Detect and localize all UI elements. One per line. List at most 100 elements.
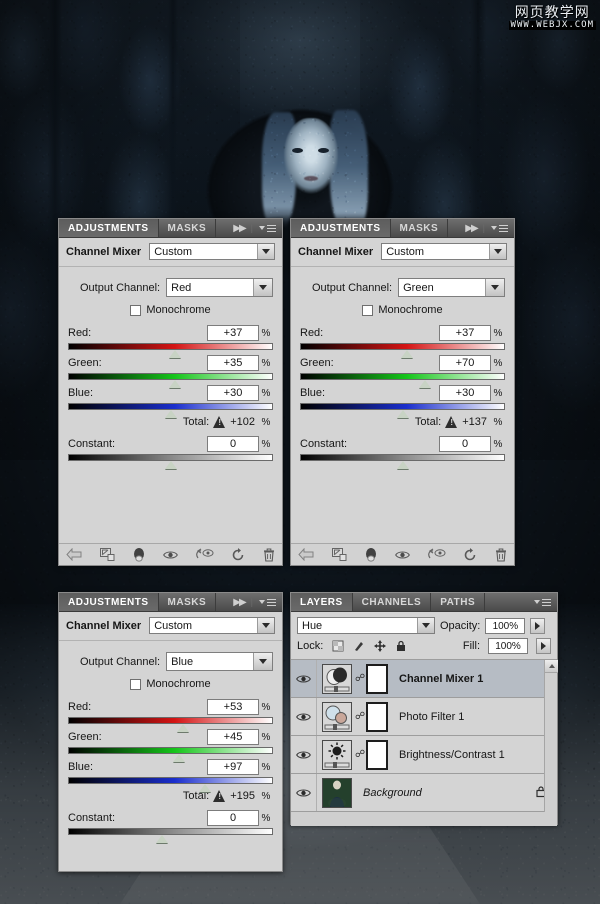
layer-thumbnail[interactable] — [322, 777, 352, 808]
preview-toggle-icon[interactable] — [427, 548, 446, 561]
preset-select[interactable]: Custom — [149, 243, 275, 260]
red-slider-thumb[interactable] — [168, 350, 181, 358]
red-slider-track[interactable] — [68, 343, 273, 358]
blue-slider-thumb[interactable] — [164, 410, 177, 418]
opacity-value[interactable]: 100% — [485, 617, 526, 634]
constant-value-input[interactable]: 0 — [439, 436, 491, 452]
layer-visibility-eye-icon[interactable] — [291, 774, 317, 811]
tab-masks[interactable]: MASKS — [391, 219, 449, 237]
eye-icon[interactable] — [395, 550, 410, 560]
layer-row[interactable]: ☍ Photo Filter 1 — [291, 698, 557, 736]
layer-visibility-eye-icon[interactable] — [291, 736, 317, 773]
constant-slider-track[interactable] — [300, 454, 505, 469]
chevron-down-icon[interactable] — [485, 279, 504, 296]
blend-mode-select[interactable]: Hue — [297, 617, 435, 634]
layer-mask-thumbnail[interactable] — [366, 739, 388, 770]
black-white-icon[interactable] — [365, 547, 377, 562]
chevron-down-icon[interactable] — [417, 618, 434, 633]
tab-layers[interactable]: LAYERS — [291, 593, 353, 611]
constant-value-input[interactable]: 0 — [207, 810, 259, 826]
layer-name[interactable]: Background — [357, 787, 422, 799]
layer-mask-thumbnail[interactable] — [366, 663, 388, 694]
mask-link-icon[interactable]: ☍ — [355, 711, 365, 722]
constant-value-input[interactable]: 0 — [207, 436, 259, 452]
lock-all-icon[interactable] — [394, 640, 407, 653]
reset-icon[interactable] — [231, 547, 245, 562]
chevron-down-icon[interactable] — [253, 279, 272, 296]
tab-adjustments[interactable]: ADJUSTMENTS — [291, 219, 391, 237]
blue-value-input[interactable]: +30 — [439, 385, 491, 401]
double-chevron-icon[interactable]: ▶▶ — [233, 223, 246, 234]
monochrome-checkbox[interactable] — [362, 304, 374, 316]
blue-slider-track[interactable] — [68, 777, 273, 792]
monochrome-row[interactable]: Monochrome — [68, 678, 273, 690]
monochrome-checkbox[interactable] — [130, 678, 142, 690]
double-chevron-icon[interactable]: ▶▶ — [465, 223, 478, 234]
green-value-input[interactable]: +70 — [439, 355, 491, 371]
tab-adjustments[interactable]: ADJUSTMENTS — [59, 593, 159, 611]
monochrome-checkbox[interactable] — [130, 304, 142, 316]
constant-slider-thumb[interactable] — [396, 461, 409, 469]
blue-value-input[interactable]: +30 — [207, 385, 259, 401]
trash-icon[interactable] — [495, 547, 507, 562]
constant-slider-track[interactable] — [68, 828, 273, 843]
tab-masks[interactable]: MASKS — [159, 219, 217, 237]
layer-row[interactable]: ☍ Brightness/Contrast 1 — [291, 736, 557, 774]
output-channel-select[interactable]: Blue — [166, 652, 273, 671]
blue-slider-thumb[interactable] — [199, 784, 211, 792]
layer-thumbnail[interactable] — [322, 701, 352, 732]
green-slider-thumb[interactable] — [418, 380, 431, 388]
layer-name[interactable]: Brightness/Contrast 1 — [393, 749, 505, 761]
chevron-down-icon[interactable] — [253, 653, 272, 670]
lock-position-icon[interactable] — [373, 640, 386, 653]
constant-slider-track[interactable] — [68, 454, 273, 469]
layer-row[interactable]: Background — [291, 774, 557, 812]
preset-select[interactable]: Custom — [381, 243, 507, 260]
constant-slider-thumb[interactable] — [156, 835, 169, 843]
mask-link-icon[interactable]: ☍ — [355, 749, 365, 760]
red-value-input[interactable]: +37 — [207, 325, 259, 341]
tab-paths[interactable]: PATHS — [431, 593, 486, 611]
opacity-stepper-icon[interactable] — [530, 617, 546, 634]
layer-row[interactable]: ☍ Channel Mixer 1 — [291, 660, 557, 698]
preview-toggle-icon[interactable] — [195, 548, 214, 561]
green-slider-thumb[interactable] — [172, 754, 185, 762]
clip-to-layer-icon[interactable] — [331, 547, 348, 562]
blue-slider-thumb[interactable] — [396, 410, 409, 418]
panel-menu-icon[interactable] — [491, 223, 508, 234]
mask-link-icon[interactable]: ☍ — [355, 673, 365, 684]
fill-stepper-icon[interactable] — [536, 638, 551, 654]
lock-pixels-icon[interactable] — [352, 640, 365, 653]
tab-adjustments[interactable]: ADJUSTMENTS — [59, 219, 159, 237]
lock-transparency-icon[interactable] — [331, 640, 344, 653]
green-slider-track[interactable] — [300, 373, 505, 388]
layer-name[interactable]: Channel Mixer 1 — [393, 673, 483, 685]
blue-slider-track[interactable] — [300, 403, 505, 418]
green-slider-track[interactable] — [68, 373, 273, 388]
preset-select[interactable]: Custom — [149, 617, 275, 634]
constant-slider-thumb[interactable] — [164, 461, 177, 469]
green-slider-thumb[interactable] — [168, 380, 181, 388]
chevron-down-icon[interactable] — [257, 618, 274, 633]
panel-menu-icon[interactable] — [259, 597, 276, 608]
tab-channels[interactable]: CHANNELS — [353, 593, 432, 611]
monochrome-row[interactable]: Monochrome — [68, 304, 273, 316]
fill-value[interactable]: 100% — [488, 638, 528, 654]
green-slider-track[interactable] — [68, 747, 273, 762]
green-value-input[interactable]: +45 — [207, 729, 259, 745]
output-channel-select[interactable]: Green — [398, 278, 505, 297]
layer-mask-thumbnail[interactable] — [366, 701, 388, 732]
eye-icon[interactable] — [163, 550, 178, 560]
red-slider-track[interactable] — [300, 343, 505, 358]
chevron-down-icon[interactable] — [489, 244, 506, 259]
output-channel-select[interactable]: Red — [166, 278, 273, 297]
blue-value-input[interactable]: +97 — [207, 759, 259, 775]
red-slider-track[interactable] — [68, 717, 273, 732]
back-arrow-icon[interactable] — [66, 548, 82, 561]
green-value-input[interactable]: +35 — [207, 355, 259, 371]
layer-visibility-eye-icon[interactable] — [291, 698, 317, 735]
double-chevron-icon[interactable]: ▶▶ — [233, 597, 246, 608]
red-value-input[interactable]: +37 — [439, 325, 491, 341]
chevron-down-icon[interactable] — [257, 244, 274, 259]
blue-slider-track[interactable] — [68, 403, 273, 418]
